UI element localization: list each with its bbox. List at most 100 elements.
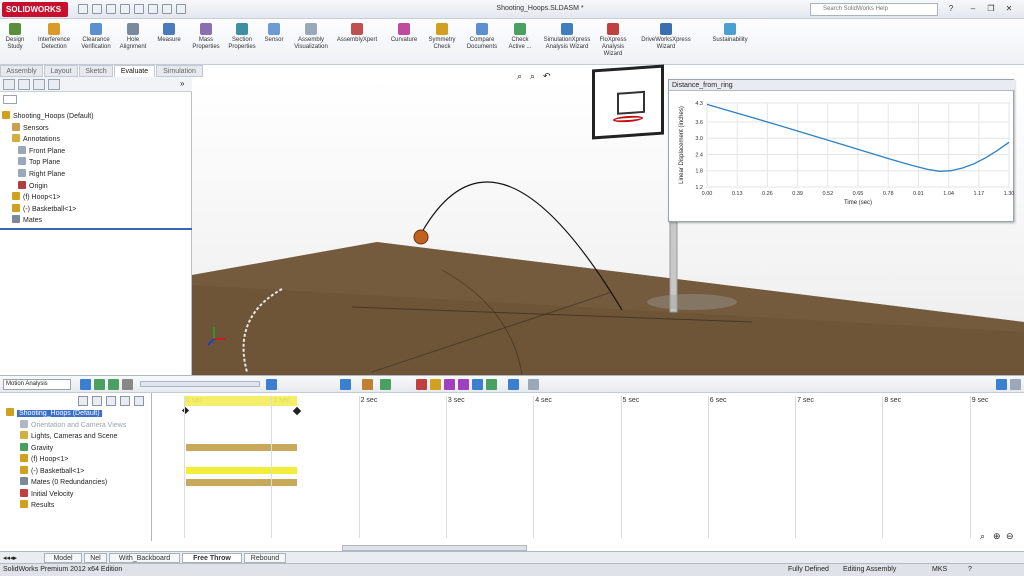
play-from-start-icon[interactable]	[94, 379, 105, 390]
tree-item-top-plane[interactable]: Top Plane	[18, 157, 60, 168]
simulationxpress-analysis-wizard-button[interactable]: SimulationXpress Analysis Wizard	[541, 19, 593, 65]
rollback-bar[interactable]	[0, 228, 192, 230]
rebuild-icon[interactable]	[162, 4, 172, 14]
feature-tree-tab-icon[interactable]	[3, 79, 15, 90]
compare-documents-button[interactable]: Compare Documents	[462, 19, 502, 65]
gravity-icon[interactable]	[486, 379, 497, 390]
study-tab-free-throw[interactable]: Free Throw	[182, 553, 242, 563]
tree-item-f-hoop-1[interactable]: (f) Hoop<1>	[12, 192, 60, 203]
property-manager-tab-icon[interactable]	[18, 79, 30, 90]
filter-animated-icon[interactable]	[78, 396, 88, 406]
curvature-button[interactable]: Curvature	[387, 19, 421, 65]
tree-item-sensors[interactable]: Sensors	[12, 122, 49, 134]
study-type-select[interactable]: Motion Analysis	[3, 379, 71, 390]
save-animation-icon[interactable]	[340, 379, 351, 390]
basketball-key-bar[interactable]	[186, 467, 297, 474]
results-and-plots-icon[interactable]	[508, 379, 519, 390]
design-study-button[interactable]: Design Study	[3, 19, 27, 65]
zoom-fit-icon[interactable]: ⌕	[517, 71, 522, 82]
study-tab-model[interactable]: Model	[44, 553, 82, 563]
section-properties-button[interactable]: Section Properties	[226, 19, 258, 65]
spring-icon[interactable]	[430, 379, 441, 390]
gravity-key-bar[interactable]	[186, 444, 297, 451]
play-icon[interactable]	[108, 379, 119, 390]
motion-item-orientation-and-camera-views[interactable]: Orientation and Camera Views	[20, 419, 126, 431]
tree-item-right-plane[interactable]: Right Plane	[18, 169, 65, 180]
symmetry-check-button[interactable]: Symmetry Check	[425, 19, 459, 65]
timeline[interactable]: 0 sec1 sec2 sec3 sec4 sec5 sec6 sec7 sec…	[152, 393, 1024, 551]
minimize-button[interactable]: –	[966, 3, 980, 15]
assembly-visualization-button[interactable]: Assembly Visualization	[292, 19, 330, 65]
new-document-icon[interactable]	[78, 4, 88, 14]
tree-item-basketball-1[interactable]: (-) Basketball<1>	[12, 203, 76, 215]
clearance-verification-button[interactable]: Clearance Verification	[78, 19, 114, 65]
undo-icon[interactable]	[134, 4, 144, 14]
restore-button[interactable]: ❐	[984, 3, 998, 15]
zoom-area-icon[interactable]: ⌕	[530, 71, 535, 82]
print-icon[interactable]	[120, 4, 130, 14]
animation-wizard-icon[interactable]	[362, 379, 373, 390]
filter-icon[interactable]	[3, 95, 17, 104]
collapse-all-icon[interactable]	[134, 396, 144, 406]
display-manager-tab-icon[interactable]	[48, 79, 60, 90]
motor-icon[interactable]	[416, 379, 427, 390]
tab-layout[interactable]: Layout	[44, 65, 78, 77]
save-icon[interactable]	[106, 4, 116, 14]
hole-alignment-button[interactable]: Hole Alignment	[117, 19, 149, 65]
interference-detection-button[interactable]: Interference Detection	[32, 19, 76, 65]
motion-item-shooting-hoops-default[interactable]: Shooting_Hoops (Default)	[6, 408, 102, 419]
playback-slider[interactable]	[140, 381, 260, 387]
open-icon[interactable]	[92, 4, 102, 14]
zoom-to-fit-icon[interactable]: ⌕	[980, 531, 985, 542]
help-status-icon[interactable]: ?	[968, 564, 972, 576]
contact-icon[interactable]	[472, 379, 483, 390]
collapse-panel-icon[interactable]: »	[180, 79, 184, 88]
playback-speed-icon[interactable]	[266, 379, 277, 390]
stop-icon[interactable]	[122, 379, 133, 390]
filter-driving-icon[interactable]	[92, 396, 102, 406]
mates-key-bar[interactable]	[186, 479, 297, 486]
tab-sketch[interactable]: Sketch	[79, 65, 113, 77]
study-tab-with-backboard[interactable]: With_Backboard	[109, 553, 180, 563]
force-icon[interactable]	[458, 379, 469, 390]
previous-view-icon[interactable]: ↶	[543, 71, 551, 82]
motion-item-mates-0-redundancies[interactable]: Mates (0 Redundancies)	[20, 477, 107, 488]
tree-item-origin[interactable]: Origin	[18, 180, 48, 192]
tab-assembly[interactable]: Assembly	[0, 65, 43, 77]
motion-item-results[interactable]: Results	[20, 500, 54, 511]
assemblyxpert-button[interactable]: AssemblyXpert	[333, 19, 381, 65]
filter-selected-icon[interactable]	[106, 396, 116, 406]
tab-simulation[interactable]: Simulation	[156, 65, 203, 77]
motion-study-properties-icon[interactable]	[528, 379, 539, 390]
motion-item-lights-cameras-and-scene[interactable]: Lights, Cameras and Scene	[20, 431, 117, 442]
results-graph-window[interactable]: Distance_from_ring 1.2 1.8 2.4 3.0 3.6 4.3 0.0…	[668, 79, 1015, 222]
motion-item-basketball-1[interactable]: (-) Basketball<1>	[20, 465, 84, 477]
tree-item-mates[interactable]: Mates	[12, 215, 42, 226]
mass-properties-button[interactable]: Mass Properties	[190, 19, 222, 65]
zoom-in-icon[interactable]: ⊕	[993, 531, 1001, 542]
tree-item-shooting-hoops-default[interactable]: Shooting_Hoops (Default)	[2, 111, 94, 122]
check-active-button[interactable]: Check Active ...	[505, 19, 535, 65]
damper-icon[interactable]	[444, 379, 455, 390]
select-icon[interactable]	[148, 4, 158, 14]
filter-results-icon[interactable]	[120, 396, 130, 406]
calculate-icon[interactable]	[80, 379, 91, 390]
floxpress-analysis-wizard-button[interactable]: FloXpress Analysis Wizard	[598, 19, 628, 65]
tab-nav-arrows-icon[interactable]: ◂◂◂▸	[3, 554, 17, 562]
motion-options-icon[interactable]	[1010, 379, 1021, 390]
options-icon[interactable]	[176, 4, 186, 14]
sensor-button[interactable]: Sensor	[261, 19, 287, 65]
search-input[interactable]: Search SolidWorks Help	[810, 3, 938, 16]
driveworksxpress-wizard-button[interactable]: DriveWorksXpress Wizard	[634, 19, 698, 65]
measure-button[interactable]: Measure	[152, 19, 186, 65]
tab-evaluate[interactable]: Evaluate	[114, 65, 155, 77]
study-tab-nel[interactable]: Nel	[84, 553, 107, 563]
tree-item-annotations[interactable]: Annotations	[12, 134, 60, 145]
end-key-point[interactable]	[292, 406, 302, 416]
zoom-out-icon[interactable]: ⊖	[1006, 531, 1014, 542]
autokey-icon[interactable]	[380, 379, 391, 390]
close-button[interactable]: ✕	[1002, 3, 1016, 15]
sustainability-button[interactable]: Sustainability	[704, 19, 756, 65]
tree-item-front-plane[interactable]: Front Plane	[18, 145, 65, 157]
configuration-tab-icon[interactable]	[33, 79, 45, 90]
